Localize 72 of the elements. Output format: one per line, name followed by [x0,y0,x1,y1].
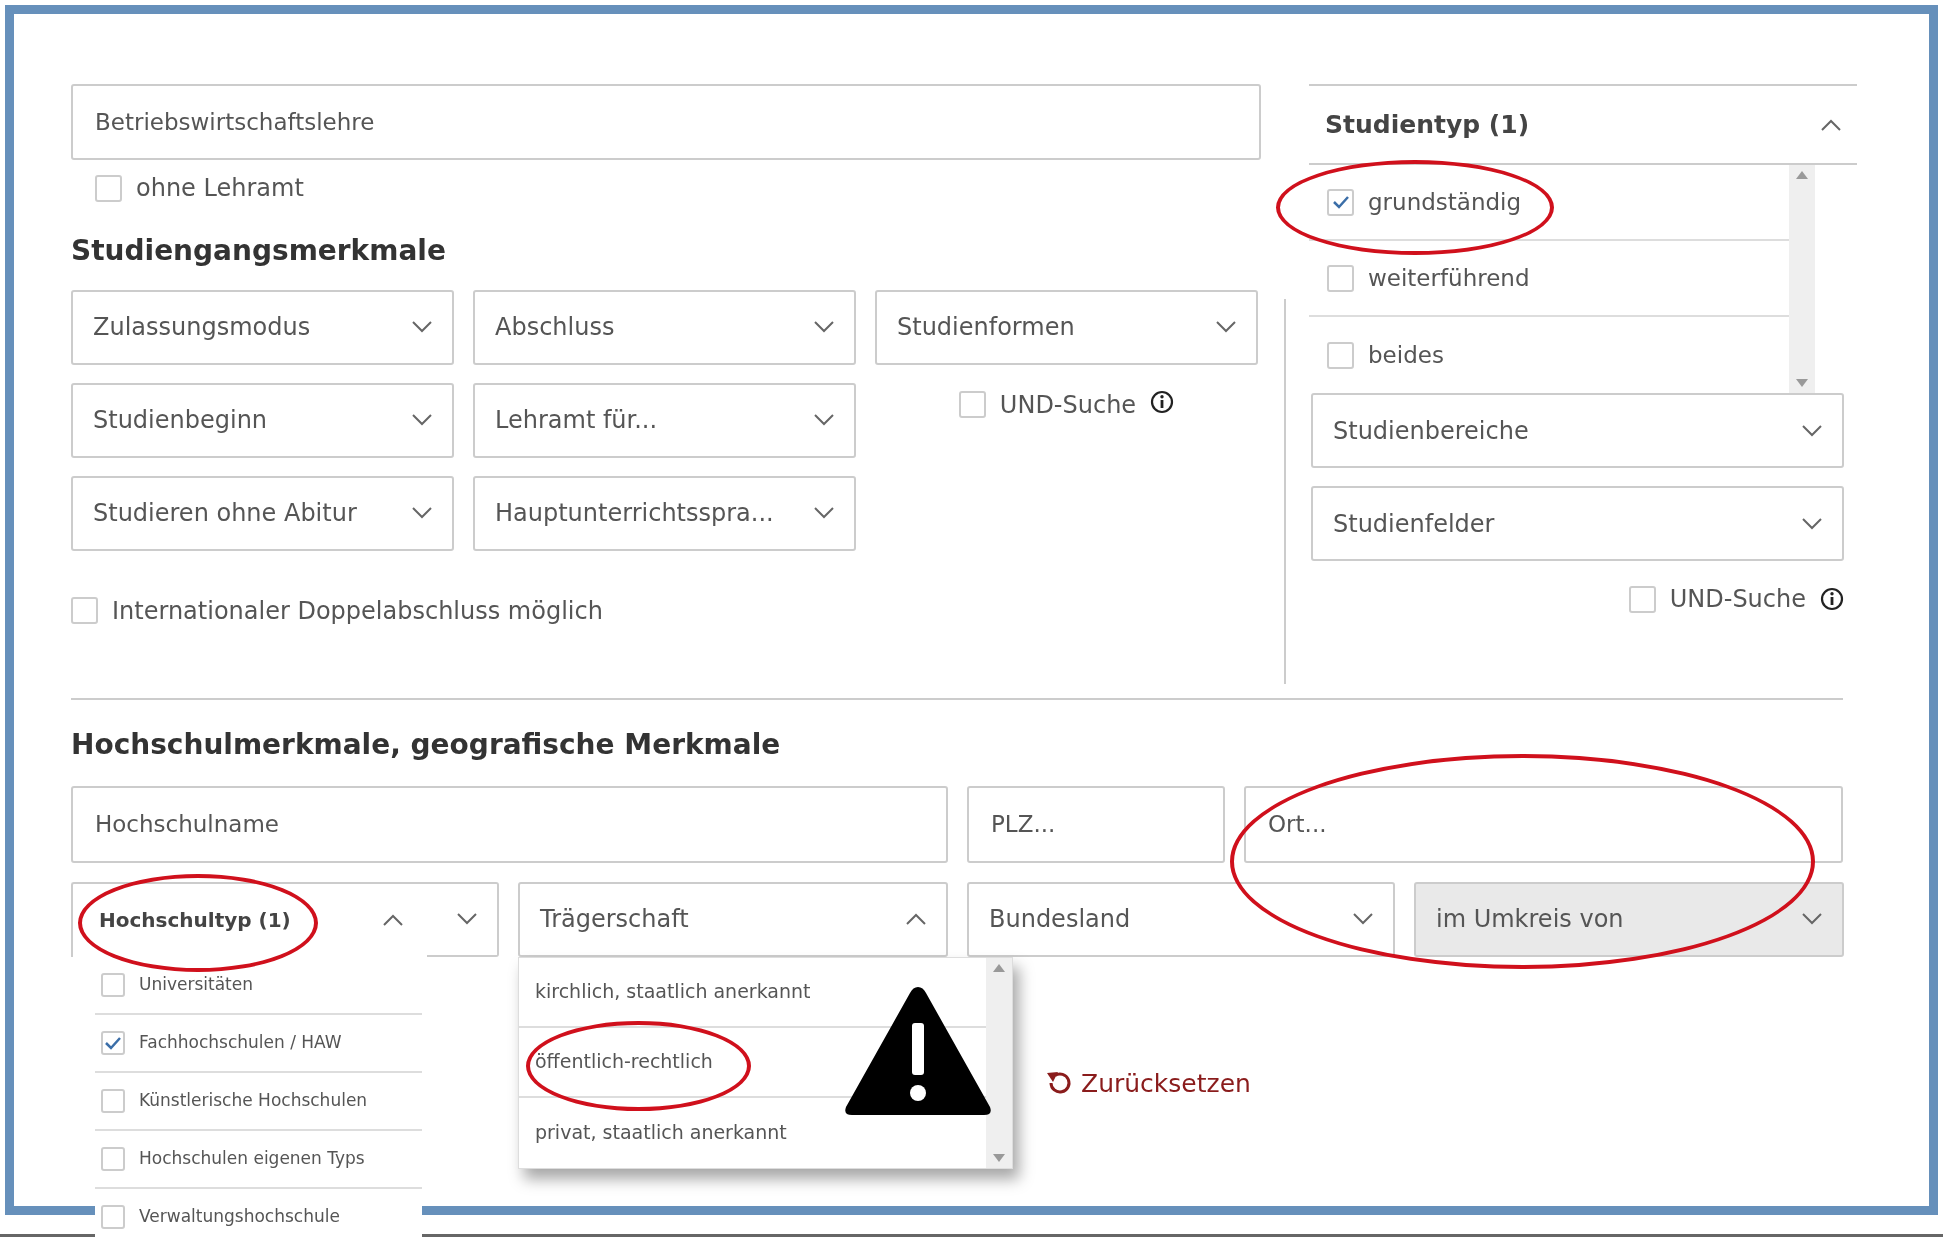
list-item[interactable]: Universitäten [95,956,422,1015]
chevron-up-icon [1821,118,1841,131]
checkmark-icon [1331,195,1350,209]
scrollbar[interactable] [1789,165,1815,393]
select-field[interactable] [427,881,499,957]
checkbox[interactable] [1327,188,1354,216]
checkbox-label: Internationaler Doppelabschluss möglich [112,595,603,627]
input-field[interactable]: Hochschulname [71,785,948,863]
select-field[interactable]: Studieren ohne Abitur [71,475,454,551]
section-heading: Studiengangsmerkmale [71,234,447,268]
checkbox[interactable] [1327,341,1354,369]
list-item[interactable]: weiterführend [1309,241,1789,317]
section-heading: Hochschulmerkmale, geografische Merkmale [71,728,782,762]
chevron-down-icon [1353,913,1373,926]
checkbox[interactable] [101,972,125,997]
chevron-down-icon [1216,321,1236,334]
chevron-down-icon [1802,913,1822,926]
select-field[interactable]: Studienfelder [1311,486,1844,561]
chevron-down-icon [814,507,834,520]
select-field[interactable]: Studienformen [875,289,1258,365]
checkmark-icon [104,1035,122,1050]
select-field[interactable]: Bundesland [967,881,1395,957]
select-field[interactable]: Hauptunterrichtsspra... [473,475,856,551]
chevron-up-icon [906,913,926,926]
scrollbar[interactable] [986,957,1012,1168]
list-item[interactable]: Fachhochschulen / HAW [95,1014,422,1073]
dropdown-header[interactable]: Hochschultyp (1) [71,881,427,957]
select-field[interactable]: Zulassungsmodus [71,289,454,365]
list-item[interactable]: grundständig [1309,165,1789,241]
chevron-down-icon [412,321,432,334]
list-item[interactable]: beides [1309,317,1789,393]
checkbox[interactable] [1628,585,1656,613]
chevron-down-icon [412,507,432,520]
checkbox[interactable] [101,1146,125,1171]
chevron-down-icon [1802,517,1822,530]
checkbox[interactable] [101,1088,125,1113]
list-item[interactable]: Verwaltungshochschule [95,1188,422,1241]
checkbox[interactable] [101,1204,125,1229]
info-icon [1150,389,1175,414]
select-field[interactable]: Lehramt für... [473,382,856,458]
chevron-down-icon [457,913,477,926]
chevron-down-icon [814,321,834,334]
chevron-down-icon [412,414,432,427]
select-field[interactable]: Studienbeginn [71,382,454,458]
list-item[interactable]: Hochschulen eigenen Typs [95,1130,422,1189]
list-item[interactable]: Künstlerische Hochschulen [95,1072,422,1131]
select-field[interactable]: Studienbereiche [1311,393,1844,468]
list-item[interactable]: kirchlich, staatlich anerkannt [535,977,811,1006]
arrow-down-icon [993,1153,1005,1162]
arrow-down-icon [1796,379,1808,387]
chevron-up-icon [383,914,403,927]
checkbox-label: UND-Suche [1669,584,1806,615]
select-field[interactable]: Trägerschaft [518,881,948,957]
checkbox[interactable] [1327,264,1354,292]
search-field[interactable]: Betriebswirtschaftslehre [71,84,1261,160]
checkbox[interactable] [101,1030,125,1055]
checkbox[interactable] [95,174,122,202]
checkbox[interactable] [71,597,98,625]
arrow-up-icon [1796,171,1808,179]
input-field[interactable]: PLZ... [967,785,1225,863]
list-item[interactable]: privat, staatlich anerkannt [535,1118,787,1147]
arrow-up-icon [993,963,1005,972]
reset-link[interactable]: Zurücksetzen [1045,1064,1251,1103]
checkbox-label: ohne Lehramt [136,173,304,204]
checkbox[interactable] [958,391,986,419]
chevron-down-icon [1802,424,1822,437]
checkbox-label: UND-Suche [999,389,1137,421]
list-item[interactable]: öffentlich-rechtlich [535,1047,713,1076]
info-icon [1820,587,1844,611]
chevron-down-icon [814,414,834,427]
input-field[interactable]: Ort... [1244,785,1843,863]
select-field[interactable]: Abschluss [473,289,856,365]
